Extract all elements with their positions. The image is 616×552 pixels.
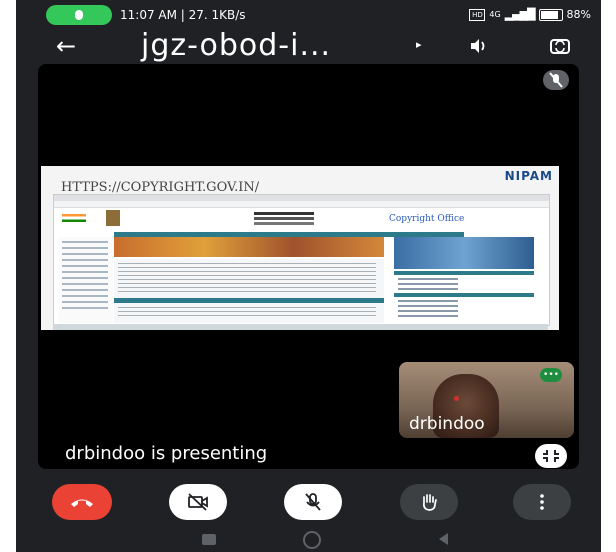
presenting-label: drbindoo is presenting [65, 443, 268, 464]
mic-off-icon [543, 70, 569, 90]
fullscreen-exit-icon[interactable] [535, 444, 567, 468]
android-nav-bar [16, 525, 601, 552]
signal-icon: ▂▄▆█ [504, 8, 536, 21]
network-label: 4G [489, 10, 501, 19]
mic-icon [75, 10, 83, 20]
shared-screen: HTTPS://COPYRIGHT.GOV.IN/ NIPAM Copyrigh… [41, 166, 559, 330]
status-icons: HD 4G ▂▄▆█ 88% [469, 8, 591, 21]
meeting-title[interactable]: jgz-obod-i... [141, 30, 331, 62]
windows-taskbar [53, 324, 548, 330]
emblem-icon [106, 210, 120, 226]
chevron-right-icon[interactable]: ▸ [416, 38, 422, 51]
nipam-logo: NIPAM [504, 169, 553, 183]
site-banner-image [114, 237, 384, 257]
flag-icon [62, 214, 86, 222]
browser-address-bar [54, 201, 549, 208]
battery-icon [538, 8, 563, 21]
title-bar: ← jgz-obod-i... ▸ [16, 30, 601, 62]
raise-hand-icon [423, 494, 437, 511]
arrow-left-icon[interactable]: ← [56, 32, 76, 60]
right-panel-image [394, 237, 534, 269]
site-sidebar [59, 237, 113, 323]
camera-toggle-button[interactable] [169, 484, 227, 520]
battery-level: 88% [566, 8, 591, 21]
more-vert-icon [540, 494, 544, 510]
mic-off-icon [305, 493, 321, 511]
department-text [254, 212, 314, 215]
recents-icon[interactable] [202, 534, 216, 545]
site-header: Copyright Office [54, 208, 549, 230]
site-right-panel [390, 237, 540, 323]
end-call-button[interactable] [52, 484, 112, 520]
shared-url: HTTPS://COPYRIGHT.GOV.IN/ [61, 180, 260, 195]
bindi-mark [454, 396, 459, 401]
self-view-name: drbindoo [409, 414, 485, 434]
site-title: Copyright Office [389, 214, 465, 224]
phone-hangup-icon [71, 499, 93, 507]
site-section-bar [114, 298, 384, 303]
site-content [114, 259, 384, 323]
mic-toggle-button[interactable] [284, 484, 342, 520]
home-icon[interactable] [303, 531, 321, 549]
status-time: 11:07 AM | 27. 1KB/s [120, 8, 246, 22]
main-video-stage[interactable]: HTTPS://COPYRIGHT.GOV.IN/ NIPAM Copyrigh… [38, 64, 579, 469]
back-triangle-icon[interactable] [439, 533, 448, 545]
raise-hand-button[interactable] [400, 484, 458, 520]
more-options-button[interactable] [513, 484, 571, 520]
more-horiz-icon[interactable]: ••• [540, 368, 562, 382]
phone-screen: 11:07 AM | 27. 1KB/s HD 4G ▂▄▆█ 88% ← jg… [16, 0, 601, 552]
browser-window: Copyright Office [53, 194, 550, 326]
speaker-icon[interactable] [468, 36, 488, 56]
camera-off-icon [188, 493, 208, 511]
camera-switch-icon[interactable] [549, 36, 571, 56]
mic-active-indicator[interactable] [46, 5, 112, 25]
self-view-tile[interactable]: drbindoo ••• [399, 362, 574, 438]
hd-icon: HD [469, 8, 486, 21]
